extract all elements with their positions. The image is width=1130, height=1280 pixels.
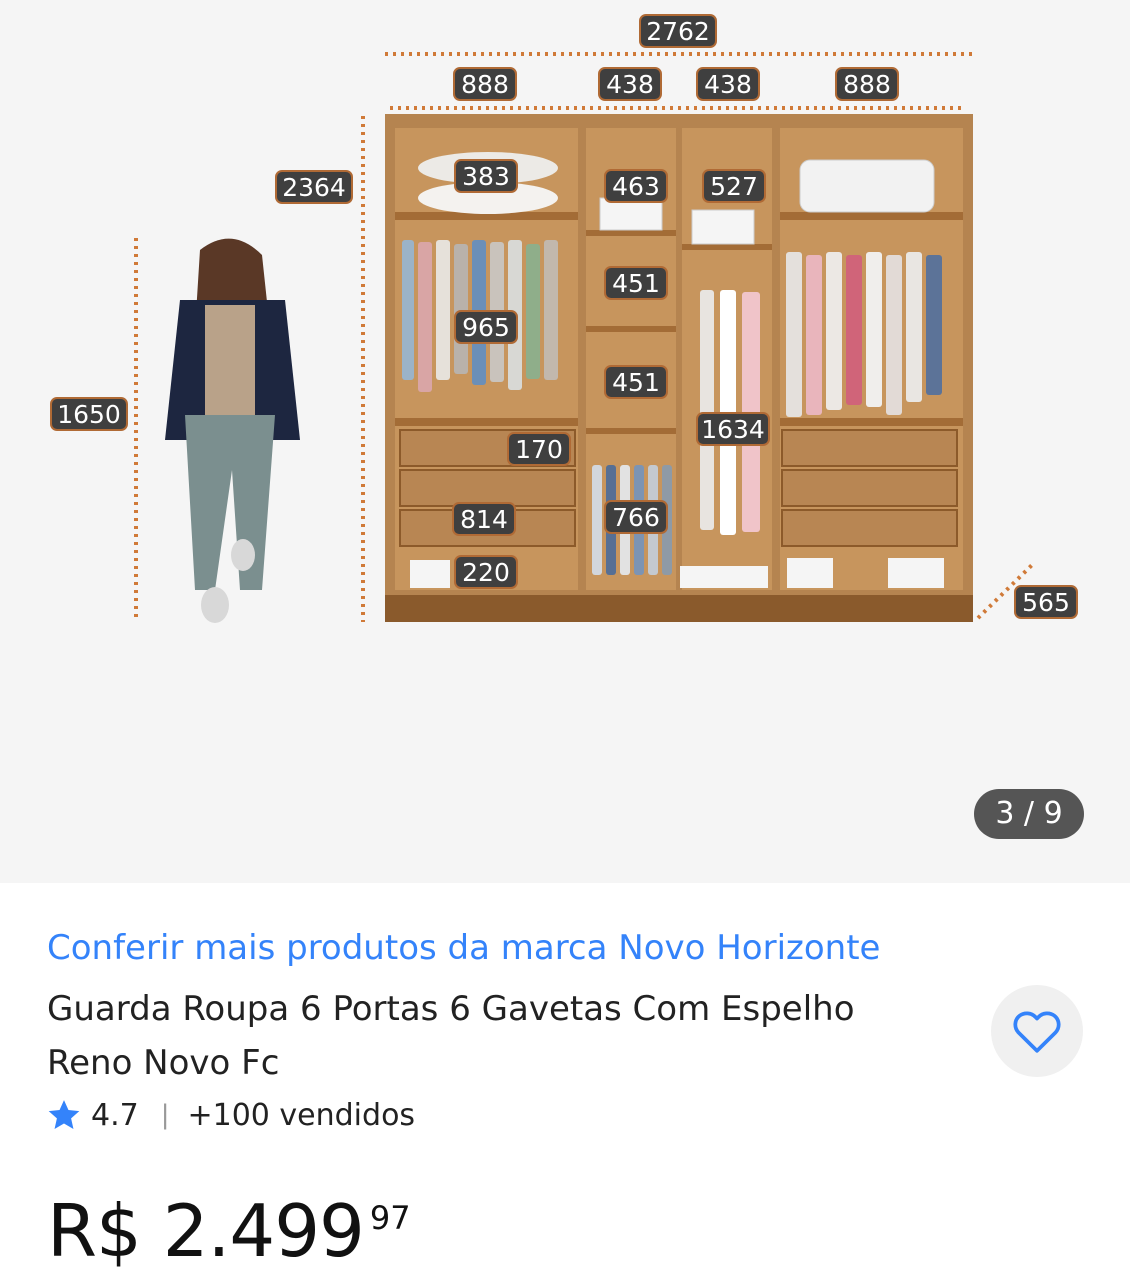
svg-text:383: 383: [462, 162, 510, 191]
svg-text:1634: 1634: [701, 415, 765, 444]
dim-center-right-door: 438: [696, 67, 760, 101]
svg-text:220: 220: [462, 558, 510, 587]
heart-icon: [1013, 1011, 1061, 1053]
product-image-gallery[interactable]: 2762 888 438 438 888 2364 1650 383 965 1…: [0, 0, 1130, 883]
dim-center-hanger: 766: [604, 500, 668, 534]
price-main: R$ 2.499: [47, 1189, 365, 1273]
dim-height: 2364: [275, 170, 353, 204]
svg-text:888: 888: [461, 70, 509, 99]
price: R$ 2.499 97: [47, 1188, 411, 1274]
favorite-button[interactable]: [991, 985, 1083, 1077]
svg-text:1650: 1650: [57, 400, 121, 429]
dim-center-niche-1: 451: [604, 266, 668, 300]
dim-center-left-door: 438: [598, 67, 662, 101]
star-icon: [48, 1100, 80, 1130]
brand-products-link[interactable]: Conferir mais produtos da marca Novo Hor…: [47, 928, 880, 968]
image-counter-badge: 3 / 9: [974, 789, 1084, 839]
dim-depth: 565: [1014, 585, 1078, 619]
product-title: Guarda Roupa 6 Portas 6 Gavetas Com Espe…: [47, 989, 855, 1083]
svg-text:527: 527: [710, 172, 758, 201]
dim-bottom-niche: 220: [454, 555, 518, 589]
svg-text:965: 965: [462, 313, 510, 342]
svg-text:888: 888: [843, 70, 891, 99]
svg-text:438: 438: [606, 70, 654, 99]
wardrobe-dimensions-image: 2762 888 438 438 888 2364 1650 383 965 1…: [50, 14, 1078, 623]
svg-text:451: 451: [612, 368, 660, 397]
dim-top-shelf-left: 383: [454, 159, 518, 193]
svg-text:438: 438: [704, 70, 752, 99]
svg-text:2364: 2364: [282, 173, 346, 202]
rating-separator: |: [160, 1100, 170, 1130]
svg-text:451: 451: [612, 269, 660, 298]
svg-text:766: 766: [612, 503, 660, 532]
dim-long-hanger: 1634: [696, 412, 770, 446]
person-silhouette: [165, 238, 300, 623]
dim-drawer-width: 814: [452, 502, 516, 536]
dim-top-niche-right: 527: [702, 169, 766, 203]
dim-right-door: 888: [835, 67, 899, 101]
svg-text:2762: 2762: [646, 17, 710, 46]
dim-total-width: 2762: [639, 14, 717, 48]
sold-count: +100 vendidos: [187, 1097, 416, 1133]
dim-hanger-left: 965: [454, 310, 518, 344]
svg-text:463: 463: [612, 172, 660, 201]
dim-center-niche-2: 451: [604, 365, 668, 399]
dim-drawer-height: 170: [507, 432, 571, 466]
svg-text:814: 814: [460, 505, 508, 534]
price-cents: 97: [369, 1199, 411, 1237]
rating-row[interactable]: 4.7 | +100 vendidos: [47, 1095, 415, 1135]
svg-text:170: 170: [515, 435, 563, 464]
rating-value: 4.7: [91, 1097, 139, 1133]
svg-text:565: 565: [1022, 588, 1070, 617]
dim-left-door: 888: [453, 67, 517, 101]
dim-top-niche-center: 463: [604, 169, 668, 203]
dim-person-height: 1650: [50, 397, 128, 431]
